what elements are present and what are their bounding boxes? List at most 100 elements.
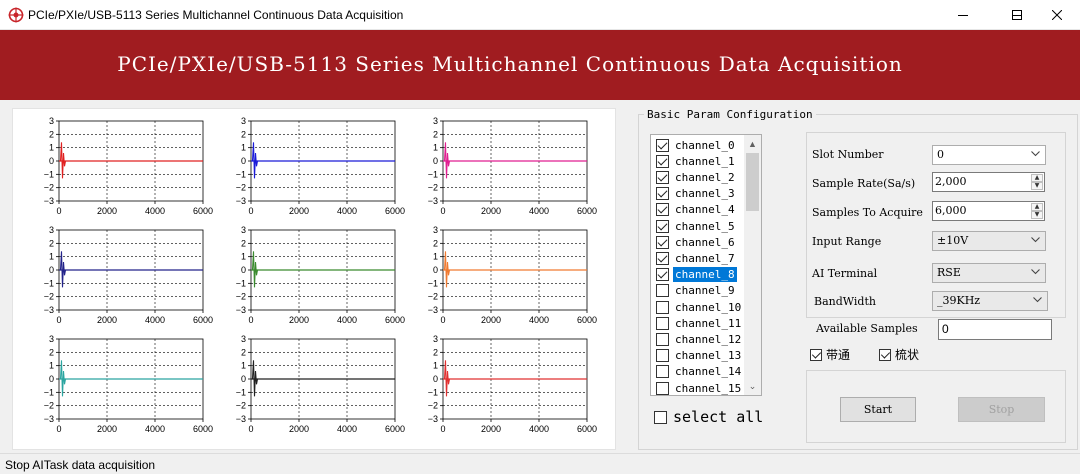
y-tick-label: 1 bbox=[241, 252, 246, 262]
x-tick-label: 0 bbox=[56, 315, 61, 325]
stepper-down-icon[interactable]: ▼ bbox=[1031, 211, 1043, 219]
scroll-thumb[interactable] bbox=[746, 153, 759, 211]
channel-item[interactable]: channel_0 bbox=[651, 137, 747, 153]
y-tick-label: 3 bbox=[433, 225, 438, 235]
bandpass-check-box[interactable] bbox=[810, 348, 822, 361]
x-tick-label: 2000 bbox=[289, 206, 309, 216]
select-all-checkbox[interactable]: select all bbox=[654, 408, 763, 426]
waveform-chart: 3210−1−2−30 2000 4000 6000 bbox=[44, 225, 213, 325]
y-tick-label: −2 bbox=[428, 292, 438, 302]
samples-to-acquire-label: Samples To Acquire bbox=[812, 206, 923, 219]
channel-item[interactable]: channel_3 bbox=[651, 186, 747, 202]
channel-item[interactable]: channel_13 bbox=[651, 348, 747, 364]
y-tick-label: −2 bbox=[44, 401, 54, 411]
channel-checkbox[interactable] bbox=[656, 154, 669, 168]
channel-item[interactable]: channel_6 bbox=[651, 234, 747, 250]
x-tick-label: 6000 bbox=[577, 424, 597, 434]
stepper-up-icon[interactable]: ▲ bbox=[1031, 174, 1043, 182]
channel-checkbox[interactable] bbox=[656, 251, 669, 265]
y-tick-label: 0 bbox=[49, 156, 54, 166]
chevron-down-icon bbox=[1033, 297, 1042, 303]
stepper-down-icon[interactable]: ▼ bbox=[1031, 182, 1043, 190]
x-tick-label: 0 bbox=[248, 315, 253, 325]
channel-checkbox[interactable] bbox=[656, 187, 669, 201]
y-tick-label: 2 bbox=[49, 347, 54, 357]
channel-item[interactable]: channel_4 bbox=[651, 202, 747, 218]
channel-item[interactable]: channel_14 bbox=[651, 364, 747, 380]
scroll-down-icon[interactable]: ⌄ bbox=[744, 378, 761, 395]
sample-rate-stepper[interactable]: ▲ ▼ bbox=[1031, 174, 1043, 190]
channel-item[interactable]: channel_10 bbox=[651, 299, 747, 315]
minimize-button[interactable] bbox=[940, 0, 986, 30]
x-tick-label: 2000 bbox=[97, 424, 117, 434]
channel-checkbox[interactable] bbox=[656, 235, 669, 249]
channel-label: channel_9 bbox=[675, 284, 735, 298]
waveform-chart: 3210−1−2−30 2000 4000 6000 bbox=[236, 116, 405, 216]
channel-item[interactable]: channel_15 bbox=[651, 380, 747, 395]
available-samples-field[interactable]: 0 bbox=[938, 319, 1052, 340]
y-tick-label: 2 bbox=[433, 347, 438, 357]
x-tick-label: 6000 bbox=[193, 424, 213, 434]
channel-checkbox[interactable] bbox=[656, 316, 669, 330]
y-tick-label: 2 bbox=[433, 238, 438, 248]
slot-number-select[interactable]: 0 bbox=[932, 145, 1046, 165]
sample-rate-input[interactable]: 2,000 ▲ ▼ bbox=[932, 172, 1045, 192]
slot-number-value: 0 bbox=[937, 148, 944, 161]
stepper-up-icon[interactable]: ▲ bbox=[1031, 203, 1043, 211]
channel-checkbox[interactable] bbox=[656, 349, 669, 363]
stop-button[interactable]: Stop bbox=[958, 397, 1045, 422]
channel-checkbox[interactable] bbox=[656, 284, 669, 298]
channel-checkbox[interactable] bbox=[656, 365, 669, 379]
channel-list[interactable]: channel_0 channel_1 channel_2 channel_3 chan… bbox=[650, 134, 762, 396]
channel-label: channel_14 bbox=[675, 365, 742, 379]
close-button[interactable] bbox=[1034, 0, 1080, 30]
channel-item[interactable]: channel_9 bbox=[651, 283, 747, 299]
channel-checkbox[interactable] bbox=[656, 219, 669, 233]
y-tick-label: −2 bbox=[236, 292, 246, 302]
y-tick-label: −3 bbox=[428, 414, 438, 424]
channel-list-scrollbar[interactable]: ▲ ⌄ bbox=[744, 135, 761, 395]
x-tick-label: 2000 bbox=[289, 315, 309, 325]
y-tick-label: 3 bbox=[49, 116, 54, 126]
channel-checkbox[interactable] bbox=[656, 300, 669, 314]
y-tick-label: −3 bbox=[236, 414, 246, 424]
y-tick-label: 1 bbox=[241, 361, 246, 371]
channel-item[interactable]: channel_12 bbox=[651, 331, 747, 347]
channel-checkbox[interactable] bbox=[656, 170, 669, 184]
chevron-down-icon bbox=[1031, 151, 1040, 157]
samples-to-acquire-input[interactable]: 6,000 ▲ ▼ bbox=[932, 201, 1045, 221]
ai-terminal-select[interactable]: RSE bbox=[932, 263, 1046, 283]
comb-checkbox[interactable]: 梳状 bbox=[879, 346, 919, 363]
y-tick-label: −1 bbox=[428, 278, 438, 288]
channel-checkbox[interactable] bbox=[656, 203, 669, 217]
channel-label: channel_11 bbox=[675, 316, 742, 330]
channel-item[interactable]: channel_8 bbox=[651, 267, 747, 283]
input-range-value: ±10V bbox=[937, 234, 969, 247]
channel-item[interactable]: channel_1 bbox=[651, 153, 747, 169]
y-tick-label: −1 bbox=[44, 278, 54, 288]
y-tick-label: −1 bbox=[428, 387, 438, 397]
scroll-up-icon[interactable]: ▲ bbox=[744, 135, 761, 152]
bandpass-checkbox[interactable]: 带通 bbox=[810, 346, 850, 363]
y-tick-label: 1 bbox=[433, 252, 438, 262]
channel-checkbox[interactable] bbox=[656, 268, 669, 282]
y-tick-label: 2 bbox=[241, 129, 246, 139]
channel-checkbox[interactable] bbox=[656, 332, 669, 346]
y-tick-label: 1 bbox=[433, 361, 438, 371]
channel-checkbox[interactable] bbox=[656, 138, 669, 152]
y-tick-label: 1 bbox=[433, 143, 438, 153]
input-range-select[interactable]: ±10V bbox=[932, 231, 1046, 251]
comb-check-box[interactable] bbox=[879, 348, 891, 361]
select-all-box[interactable] bbox=[654, 410, 667, 424]
bandwidth-select[interactable]: _39KHz bbox=[932, 291, 1048, 311]
y-tick-label: −3 bbox=[44, 414, 54, 424]
channel-item[interactable]: channel_11 bbox=[651, 315, 747, 331]
channel-item[interactable]: channel_2 bbox=[651, 169, 747, 185]
y-tick-label: −2 bbox=[428, 183, 438, 193]
channel-item[interactable]: channel_7 bbox=[651, 250, 747, 266]
channel-item[interactable]: channel_5 bbox=[651, 218, 747, 234]
channel-checkbox[interactable] bbox=[656, 381, 669, 395]
samples-to-acquire-stepper[interactable]: ▲ ▼ bbox=[1031, 203, 1043, 219]
start-button[interactable]: Start bbox=[840, 397, 916, 422]
minimize-icon bbox=[958, 15, 968, 16]
